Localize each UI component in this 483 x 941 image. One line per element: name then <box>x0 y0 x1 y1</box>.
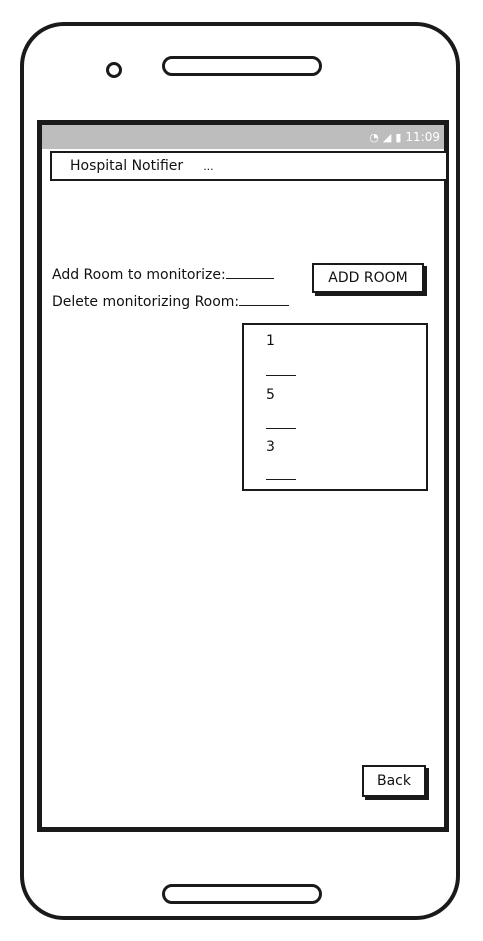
delete-room-label-text: Delete monitorizing Room: <box>52 294 240 310</box>
app-bar: Hospital Notifier ... <box>50 151 448 181</box>
room-list: 1 5 3 <box>242 323 428 491</box>
battery-icon: ▮ <box>395 130 402 144</box>
overflow-menu[interactable]: ... <box>203 160 214 173</box>
app-title: Hospital Notifier <box>70 158 184 174</box>
wifi-icon: ◔ <box>369 130 379 144</box>
status-time: 11:09 <box>405 130 440 144</box>
list-divider <box>266 479 296 480</box>
app-screen: ◔ ◢ ▮ 11:09 Hospital Notifier ... Add Ro… <box>37 120 449 832</box>
list-item[interactable]: 3 <box>266 439 275 455</box>
add-room-input[interactable] <box>225 277 274 279</box>
camera-icon <box>106 62 122 78</box>
list-item[interactable]: 5 <box>266 387 275 403</box>
speaker-grille <box>162 56 322 76</box>
add-room-button[interactable]: ADD ROOM <box>312 263 424 293</box>
status-bar: ◔ ◢ ▮ 11:09 <box>42 125 444 149</box>
list-item[interactable]: 1 <box>266 333 275 349</box>
delete-room-label: Delete monitorizing Room: <box>52 294 290 310</box>
home-button[interactable] <box>162 884 322 904</box>
list-divider <box>266 375 296 376</box>
list-divider <box>266 428 296 429</box>
delete-room-input[interactable] <box>239 304 290 306</box>
signal-icon: ◢ <box>382 130 392 144</box>
add-room-label-text: Add Room to monitorize: <box>52 267 226 283</box>
back-button[interactable]: Back <box>362 765 426 797</box>
add-room-label: Add Room to monitorize: <box>52 267 274 283</box>
